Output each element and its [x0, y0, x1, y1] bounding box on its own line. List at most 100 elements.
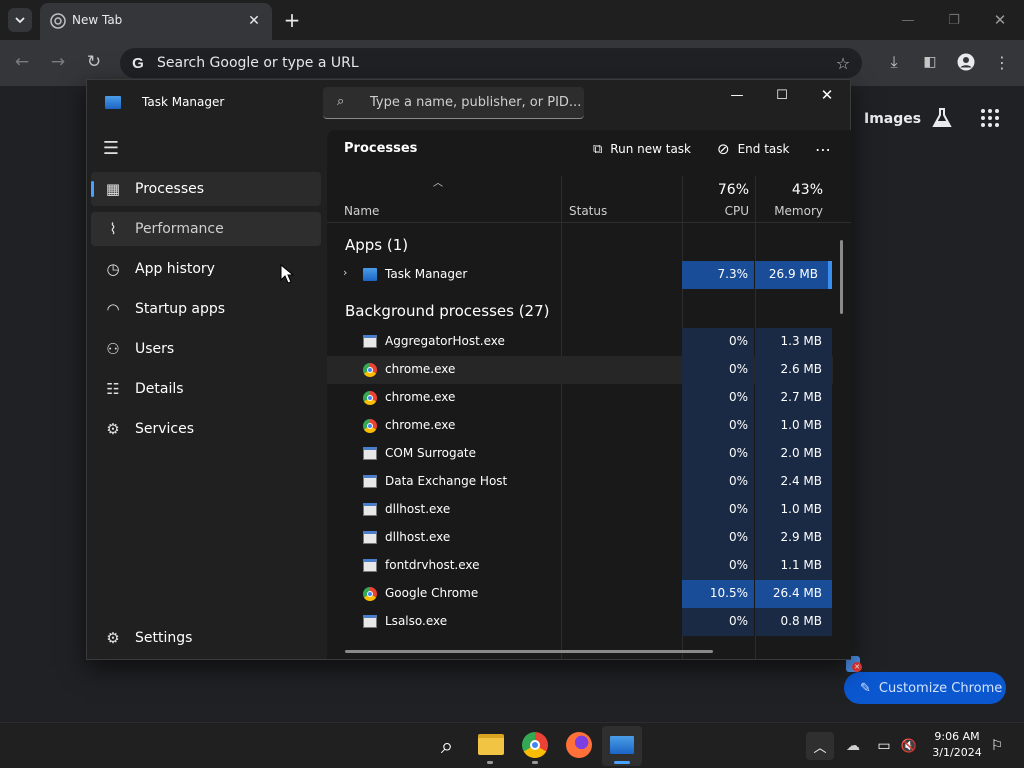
run-new-task-button[interactable]: ⧉ Run new task [593, 138, 691, 160]
more-options-icon[interactable]: ⋯ [811, 138, 835, 160]
history-icon: ◷ [106, 260, 120, 278]
column-status[interactable]: Status [569, 204, 607, 218]
show-hidden-icons-button[interactable]: ︿ [806, 732, 834, 760]
end-task-button[interactable]: ⊘ End task [717, 138, 789, 160]
hamburger-menu-icon[interactable]: ☰ [99, 136, 123, 160]
nav-label: Services [135, 421, 195, 437]
tab-title: New Tab [72, 13, 123, 27]
clock-time: 9:06 AM [934, 730, 980, 743]
services-icon: ⚙ [106, 420, 120, 438]
reload-icon[interactable]: ↻ [82, 50, 106, 74]
nav-startup-apps[interactable]: ◠ Startup apps [91, 292, 321, 326]
table-row[interactable]: dllhost.exe 0% 1.0 MB [327, 496, 833, 524]
onedrive-icon[interactable]: ☁ [842, 735, 864, 757]
tm-minimize-icon[interactable]: — [723, 84, 751, 106]
performance-icon: ⌇ [109, 220, 117, 238]
task-manager-window: Task Manager ☰ ▦ Processes ⌇ Performance… [86, 79, 851, 660]
process-cpu: 7.3% [682, 261, 754, 289]
process-memory: 2.0 MB [755, 440, 832, 468]
task-manager-taskbar-button[interactable] [602, 726, 642, 766]
clock-date: 3/1/2024 [932, 746, 982, 759]
menu-kebab-icon[interactable]: ⋮ [990, 50, 1014, 74]
file-explorer-icon[interactable] [478, 734, 504, 755]
nav-settings[interactable]: ⚙ Settings [91, 621, 321, 655]
profile-avatar[interactable] [954, 50, 978, 74]
column-name[interactable]: Name [344, 204, 379, 218]
nav-label: Details [135, 381, 184, 397]
forward-icon[interactable]: → [46, 50, 70, 74]
table-row[interactable]: Lsalso.exe 0% 0.8 MB [327, 608, 833, 636]
tm-maximize-icon[interactable]: ☐ [768, 84, 796, 106]
process-cpu: 0% [682, 608, 754, 636]
labs-flask-icon[interactable] [930, 106, 954, 130]
side-panel-icon[interactable]: ◧ [918, 50, 942, 74]
clock[interactable]: 9:06 AM 3/1/2024 [926, 729, 988, 761]
customize-chrome-button[interactable]: ✎ Customize Chrome [844, 672, 1006, 704]
details-icon: ☷ [106, 380, 120, 398]
taskbar: ⌕ ︿ ☁ ▭ 🔇 9:06 AM 3/1/2024 ⚐ [0, 722, 1024, 768]
search-taskbar-icon[interactable]: ⌕ [432, 731, 462, 761]
process-memory: 2.6 MB [755, 356, 832, 384]
run-task-icon: ⧉ [593, 141, 603, 157]
nav-details[interactable]: ☷ Details [91, 372, 321, 406]
network-icon[interactable]: ▭ [873, 735, 895, 757]
table-row[interactable]: chrome.exe 0% 2.7 MB [327, 384, 833, 412]
table-row[interactable]: chrome.exe 0% 1.0 MB [327, 412, 833, 440]
bookmark-star-icon[interactable]: ☆ [832, 52, 854, 74]
process-name: COM Surrogate [385, 446, 477, 460]
table-row[interactable]: Data Exchange Host 0% 2.4 MB [327, 468, 833, 496]
back-icon[interactable]: ← [10, 50, 34, 74]
process-cpu: 0% [682, 552, 754, 580]
tab-search-button[interactable] [8, 8, 32, 32]
table-row[interactable]: chrome.exe 0% 2.6 MB [327, 356, 833, 384]
nav-processes[interactable]: ▦ Processes [91, 172, 321, 206]
new-tab-button[interactable]: + [280, 8, 304, 32]
column-cpu[interactable]: CPU [687, 204, 749, 218]
table-row[interactable]: › Task Manager 7.3% 26.9 MB [327, 261, 833, 289]
apps-grid-icon[interactable] [980, 108, 1000, 128]
firefox-taskbar-icon[interactable] [566, 732, 592, 758]
table-row[interactable]: fontdrvhost.exe 0% 1.1 MB [327, 552, 833, 580]
nav-services[interactable]: ⚙ Services [91, 412, 321, 446]
chrome-taskbar-icon[interactable] [522, 732, 548, 758]
omnibox[interactable]: G Search Google or type a URL ☆ [120, 48, 862, 78]
tab-strip: New Tab ✕ + — ❐ ✕ [0, 0, 1024, 40]
nav-label: Settings [135, 630, 193, 646]
nav-label: Startup apps [135, 301, 226, 317]
tm-close-icon[interactable]: ✕ [813, 84, 841, 106]
cpu-total: 76% [717, 182, 749, 198]
task-manager-icon [363, 268, 377, 281]
process-name: chrome.exe [385, 418, 456, 432]
exe-icon [363, 475, 377, 488]
nav-users[interactable]: ⚇ Users [91, 332, 321, 366]
tab-new-tab[interactable]: New Tab ✕ [40, 3, 272, 40]
page-title: Processes [344, 141, 418, 156]
tab-close-icon[interactable]: ✕ [244, 11, 264, 31]
column-memory[interactable]: Memory [757, 204, 823, 218]
notifications-icon[interactable]: ⚐ [986, 735, 1008, 757]
chrome-favicon-icon [50, 13, 66, 29]
table-row[interactable]: AggregatorHost.exe 0% 1.3 MB [327, 328, 833, 356]
horizontal-scrollbar[interactable] [345, 650, 713, 653]
downloads-icon[interactable]: ⤓ [882, 50, 906, 74]
table-row[interactable]: dllhost.exe 0% 2.9 MB [327, 524, 833, 552]
table-row[interactable]: COM Surrogate 0% 2.0 MB [327, 440, 833, 468]
volume-muted-icon[interactable]: 🔇 [898, 735, 920, 757]
run-new-task-label: Run new task [610, 142, 691, 156]
nav-performance[interactable]: ⌇ Performance [91, 212, 321, 246]
process-cpu: 0% [682, 524, 754, 552]
window-close-icon[interactable]: ✕ [988, 8, 1012, 32]
table-row[interactable]: Google Chrome 10.5% 26.4 MB [327, 580, 833, 608]
process-search-input[interactable]: ⌕ Type a name, publisher, or PID... [323, 87, 584, 119]
images-link[interactable]: Images [864, 111, 921, 127]
process-name: Lsalso.exe [385, 614, 448, 628]
window-minimize-icon[interactable]: — [896, 8, 920, 32]
process-memory: 2.7 MB [755, 384, 832, 412]
expand-chevron-icon[interactable]: › [343, 266, 347, 279]
process-name: dllhost.exe [385, 530, 451, 544]
chrome-icon [363, 391, 377, 405]
window-restore-icon[interactable]: ❐ [942, 8, 966, 32]
vertical-scrollbar[interactable] [840, 240, 843, 314]
task-manager-app-icon [105, 96, 121, 109]
process-memory: 26.4 MB [755, 580, 832, 608]
